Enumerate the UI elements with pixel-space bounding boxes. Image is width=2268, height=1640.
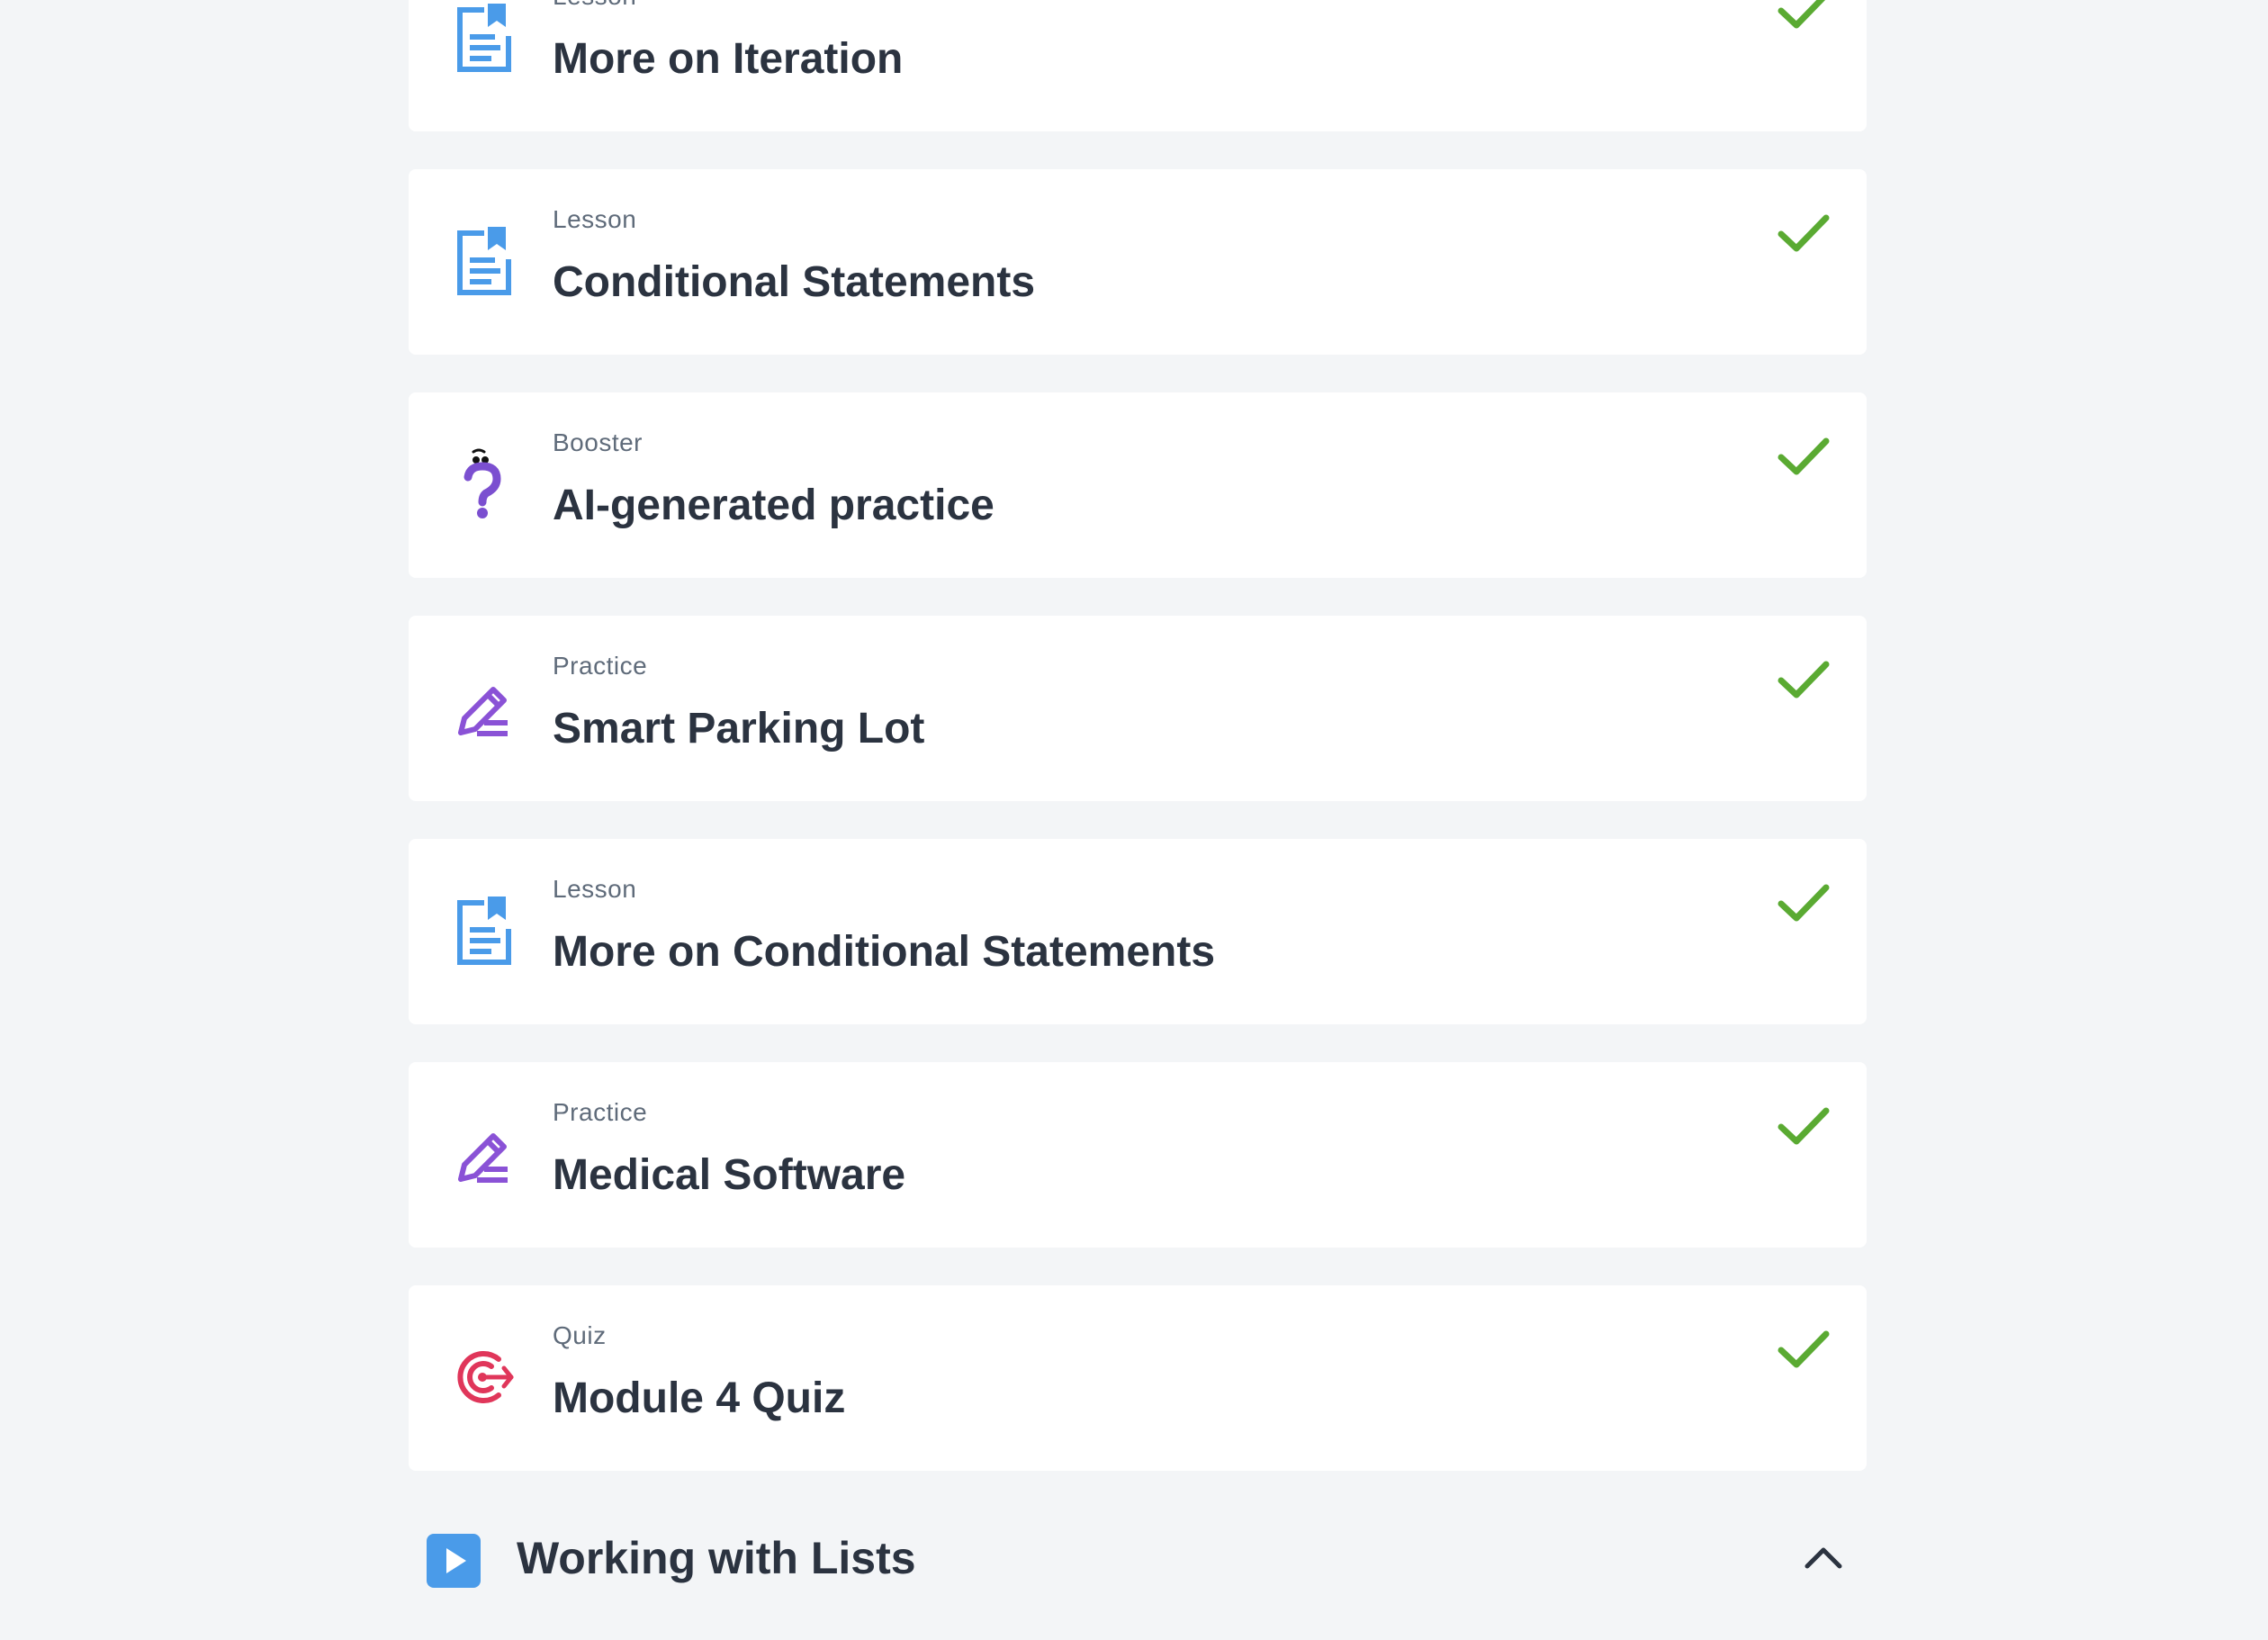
check-icon [1777, 1329, 1831, 1372]
course-item-card[interactable]: Booster AI-generated practice [409, 392, 1867, 578]
item-type-label: Practice [553, 652, 648, 680]
course-item-card[interactable]: Lesson More on Conditional Statements [409, 839, 1867, 1024]
item-type-label: Lesson [553, 0, 636, 11]
item-type-label: Lesson [553, 205, 637, 233]
practice-pencil-icon [452, 670, 517, 743]
item-title: More on Conditional Statements [553, 928, 1216, 976]
item-type-label: Quiz [553, 1321, 607, 1349]
item-title: Conditional Statements [553, 258, 1036, 306]
booster-question-icon [452, 446, 517, 520]
course-content-page: Lesson More on Iteration Lesson Conditio… [0, 0, 2268, 1640]
item-title: More on Iteration [553, 35, 904, 83]
check-icon [1777, 882, 1831, 925]
item-type-label: Lesson [553, 875, 637, 903]
item-title: Medical Software [553, 1151, 906, 1199]
section-header-working-with-lists[interactable]: Working with Lists [409, 1516, 1867, 1597]
lesson-icon [452, 223, 517, 297]
course-item-card[interactable]: Lesson More on Iteration [409, 0, 1867, 131]
lesson-icon [452, 893, 517, 967]
item-type-label: Booster [553, 428, 643, 456]
section-title: Working with Lists [517, 1533, 916, 1583]
check-icon [1777, 212, 1831, 256]
check-icon [1777, 436, 1831, 479]
practice-pencil-icon [452, 1116, 517, 1190]
course-item-card[interactable]: Practice Medical Software [409, 1062, 1867, 1248]
course-item-card[interactable]: Quiz Module 4 Quiz [409, 1285, 1867, 1471]
item-type-label: Practice [553, 1098, 648, 1126]
quiz-target-icon [452, 1339, 517, 1413]
check-icon [1777, 1105, 1831, 1149]
lesson-icon [452, 0, 517, 74]
item-title: AI-generated practice [553, 482, 994, 529]
item-title: Module 4 Quiz [553, 1374, 846, 1422]
check-icon [1777, 0, 1831, 32]
chevron-up-icon[interactable] [1802, 1539, 1845, 1575]
course-item-card[interactable]: Practice Smart Parking Lot [409, 616, 1867, 801]
check-icon [1777, 659, 1831, 702]
item-title: Smart Parking Lot [553, 705, 925, 752]
play-icon [427, 1534, 481, 1588]
course-item-card[interactable]: Lesson Conditional Statements [409, 169, 1867, 355]
